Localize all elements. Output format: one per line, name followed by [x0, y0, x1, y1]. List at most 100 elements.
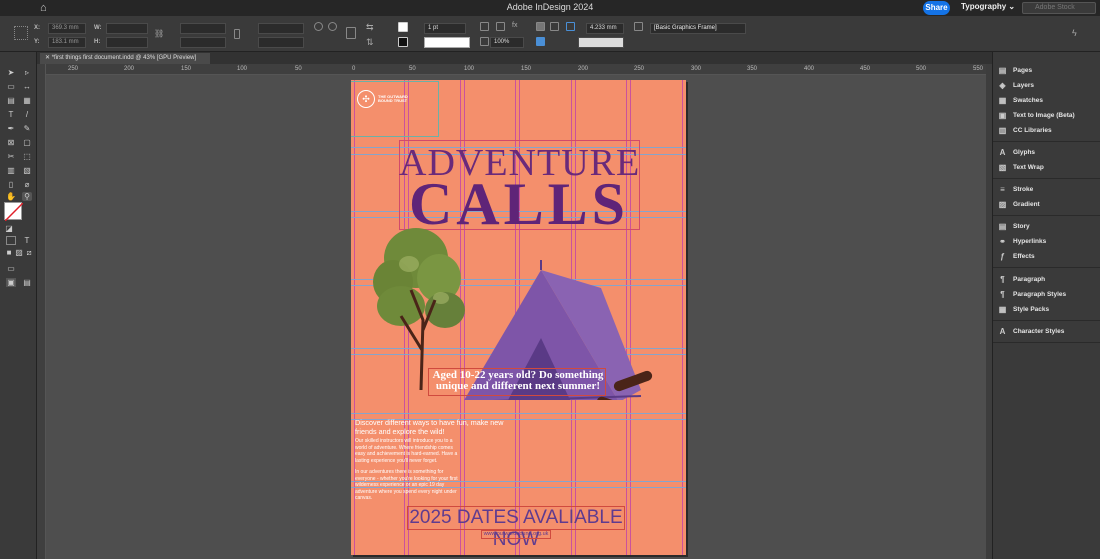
application-bar: ⌂ Adobe InDesign 2024 Share Typography ⌄… [0, 0, 1100, 16]
horizontal-ruler[interactable]: 250 200 150 100 50 0 50 100 150 200 250 … [46, 64, 986, 75]
height-field[interactable] [106, 37, 148, 48]
object-style-dropdown[interactable]: [Basic Graphics Frame] [650, 23, 746, 34]
rotate-counterclockwise-icon[interactable] [328, 22, 337, 31]
auto-fit-icon[interactable] [536, 37, 545, 46]
ruler-tick: 450 [860, 66, 871, 72]
constrain-proportions-icon[interactable]: ⛓ [154, 29, 164, 38]
panel-style-packs[interactable]: ▦ Style Packs [998, 303, 1049, 316]
content-collector-icon[interactable]: ▤ [6, 96, 16, 105]
normal-mode-icon[interactable]: ▭ [6, 264, 16, 273]
panel-cc-libraries[interactable]: ▥ CC Libraries [998, 124, 1052, 137]
zoom-tool-icon[interactable]: ⚲ [22, 192, 32, 201]
document-page[interactable]: ✣ THE OUTWARD BOUND TRUST ADVENTURE CALL… [351, 80, 686, 555]
panel-story[interactable]: ▤ Story [998, 220, 1030, 233]
fill-swatch-icon[interactable] [398, 22, 408, 32]
fill-color-icon[interactable] [4, 202, 23, 221]
hand-tool-icon[interactable]: ✋ [6, 192, 16, 201]
subheading[interactable]: Aged 10-22 years old? Do something uniqu… [428, 370, 608, 392]
close-icon[interactable]: ✕ [45, 55, 50, 61]
opacity-field[interactable]: 100% [490, 37, 524, 48]
panel-stroke[interactable]: ≡ Stroke [998, 183, 1033, 196]
body-text-1[interactable]: Our skilled instructors will introduce y… [355, 438, 461, 464]
vertical-ruler[interactable] [37, 64, 46, 559]
website-url[interactable]: www.outwardbound.org.uk [481, 530, 551, 539]
selection-tool-icon[interactable]: ➤ [6, 68, 16, 77]
eyedropper-tool-icon[interactable]: ⌀ [22, 180, 32, 189]
panel-label: CC Libraries [1013, 127, 1052, 134]
scale-x-field[interactable] [180, 23, 226, 34]
panel-glyphs[interactable]: A Glyphs [998, 146, 1035, 159]
line-tool-icon[interactable]: / [22, 110, 32, 119]
rectangle-tool-icon[interactable]: ▢ [22, 138, 32, 147]
text-frame-icon[interactable] [346, 27, 356, 39]
direct-selection-tool-icon[interactable]: ▹ [22, 68, 32, 77]
shear-field[interactable] [258, 37, 304, 48]
stroke-weight-field[interactable]: 1 pt [424, 23, 466, 34]
x-position-field[interactable]: 369.3 mm [48, 23, 86, 34]
reference-point-icon[interactable] [14, 26, 28, 40]
ruler-tick: 200 [578, 66, 589, 72]
adobe-stock-search[interactable]: Adobe Stock [1022, 2, 1096, 14]
gradient-swatch-tool-icon[interactable]: ▥ [6, 166, 16, 175]
panel-text-wrap[interactable]: ▧ Text Wrap [998, 161, 1044, 174]
offset-field[interactable]: 4.233 mm [586, 23, 624, 34]
gap-tool-icon[interactable]: ↔ [22, 82, 32, 91]
pen-tool-icon[interactable]: ✒ [6, 124, 16, 133]
type-tool-icon[interactable]: T [6, 110, 16, 119]
apply-color-icon[interactable]: ■ [4, 248, 14, 257]
stroke-type-selector[interactable] [424, 37, 470, 48]
panel-text-to-image[interactable]: ▣ Text to Image (Beta) [998, 109, 1075, 122]
fit-content-icon[interactable] [496, 22, 505, 31]
dates-banner[interactable]: 2025 DATES AVALIABLE NOW [407, 507, 625, 551]
width-field[interactable] [106, 23, 148, 34]
panel-label: Style Packs [1013, 306, 1050, 313]
scissors-tool-icon[interactable]: ✂ [6, 152, 16, 161]
flip-vertical-icon[interactable]: ⇅ [366, 37, 375, 47]
ruler-tick: 0 [352, 66, 356, 72]
scale-y-field[interactable] [180, 37, 226, 48]
align-center-icon[interactable] [550, 22, 559, 31]
panel-layers[interactable]: ◈ Layers [998, 79, 1034, 92]
align-left-icon[interactable] [536, 22, 545, 31]
formatting-container-icon[interactable] [6, 236, 16, 245]
note-tool-icon[interactable]: ▯ [6, 180, 16, 189]
panel-swatches[interactable]: ▦ Swatches [998, 94, 1043, 107]
rectangle-frame-tool-icon[interactable]: ⊠ [6, 138, 16, 147]
body-text-2[interactable]: In our adventures there is something for… [355, 469, 461, 502]
formatting-text-icon[interactable]: T [22, 236, 32, 245]
lock-icon[interactable] [234, 29, 240, 39]
flip-horizontal-icon[interactable]: ⇆ [366, 22, 375, 32]
pasteboard[interactable]: ✣ THE OUTWARD BOUND TRUST ADVENTURE CALL… [46, 75, 986, 559]
frame-fitting-icon[interactable] [480, 22, 489, 31]
rotate-clockwise-icon[interactable] [314, 22, 323, 31]
panel-effects[interactable]: ƒ Effects [998, 250, 1034, 263]
lightning-icon[interactable]: ϟ [1072, 28, 1081, 38]
default-colors-icon[interactable]: ◪ [4, 224, 14, 233]
page-tool-icon[interactable]: ▭ [6, 82, 16, 91]
workspace-switcher[interactable]: Typography ⌄ [961, 2, 1015, 11]
panel-paragraph[interactable]: ¶ Paragraph [998, 273, 1045, 286]
pencil-tool-icon[interactable]: ✎ [22, 124, 32, 133]
rotation-field[interactable] [258, 23, 304, 34]
column-guide [682, 80, 683, 555]
y-position-field[interactable]: 183.1 mm [48, 37, 86, 48]
effects-fx-icon[interactable]: fx [512, 22, 521, 31]
content-placer-icon[interactable]: ▦ [22, 96, 32, 105]
apply-none-icon[interactable]: ⧄ [24, 248, 34, 257]
free-transform-tool-icon[interactable]: ⬚ [22, 152, 32, 161]
gradient-feather-tool-icon[interactable]: ▧ [22, 166, 32, 175]
text-wrap-offset-icon[interactable] [566, 22, 575, 31]
document-tab[interactable]: ✕ *first things first document.indd @ 43… [40, 53, 210, 64]
panel-hyperlinks[interactable]: ⚭ Hyperlinks [998, 235, 1046, 248]
intro-text[interactable]: Discover different ways to have fun, mak… [355, 418, 515, 436]
stroke-color-field[interactable] [578, 37, 624, 48]
more-tools-icon[interactable]: ▤ [22, 278, 32, 287]
stroke-swatch-icon[interactable] [398, 37, 408, 47]
apply-gradient-icon[interactable]: ▨ [14, 248, 24, 257]
panel-character-styles[interactable]: A Character Styles [998, 325, 1065, 338]
panel-pages[interactable]: ▤ Pages [998, 64, 1032, 77]
screen-mode-icon[interactable]: ▣ [6, 278, 16, 287]
panel-paragraph-styles[interactable]: ¶ Paragraph Styles [998, 288, 1066, 301]
panel-gradient[interactable]: ▨ Gradient [998, 198, 1040, 211]
share-button[interactable]: Share [923, 1, 950, 15]
